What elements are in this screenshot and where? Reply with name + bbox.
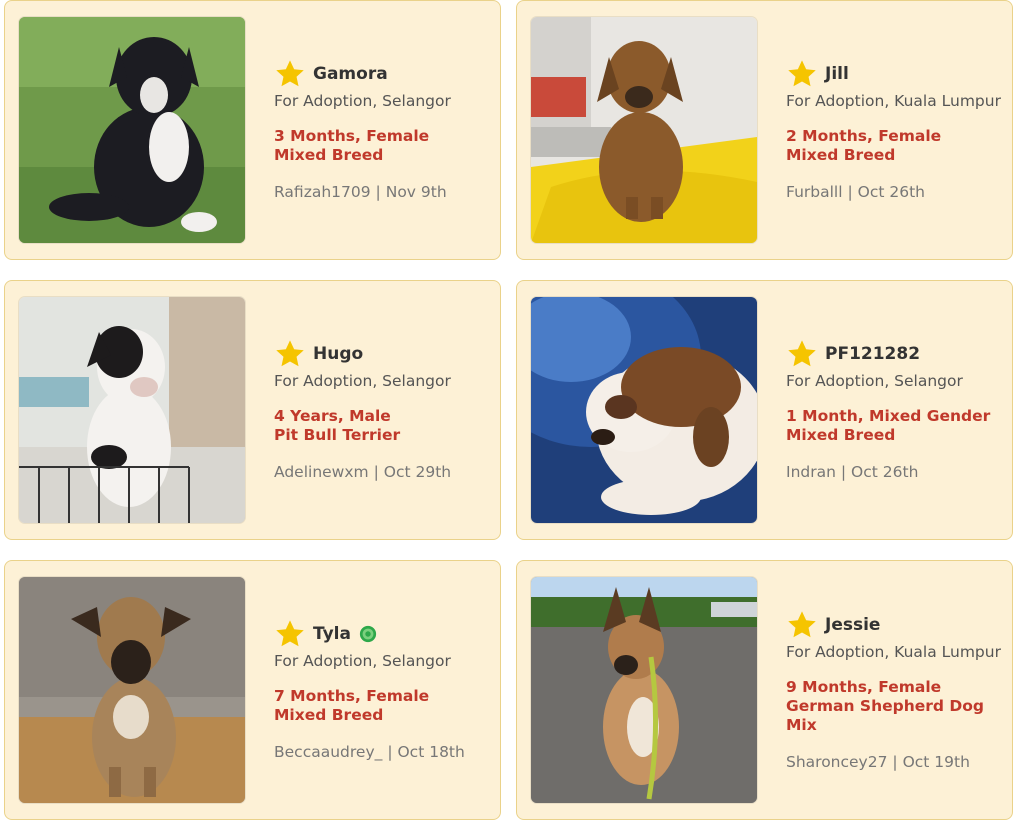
listing-info: Hugo For Adoption, Selangor 4 Years, Mal… [274, 281, 492, 539]
listing-date: Oct 29th [383, 463, 452, 481]
star-icon[interactable] [786, 58, 818, 90]
pet-breed: Mixed Breed [786, 426, 896, 444]
listing-card[interactable]: Hugo For Adoption, Selangor 4 Years, Mal… [4, 280, 501, 540]
name-row: Tyla [274, 618, 492, 650]
name-row: Hugo [274, 338, 492, 370]
poster-username[interactable]: Indran [786, 463, 836, 481]
pet-photo[interactable] [531, 577, 757, 803]
pet-age-gender: 2 Months, Female [786, 127, 942, 145]
meta-separator: | [840, 463, 847, 481]
listing-card[interactable]: Jill For Adoption, Kuala Lumpur 2 Months… [516, 0, 1013, 260]
listing-meta: Furballl | Oct 26th [786, 183, 1004, 202]
star-icon[interactable] [274, 58, 306, 90]
pet-name[interactable]: Gamora [313, 64, 388, 84]
name-row: PF121282 [786, 338, 1004, 370]
pet-photo[interactable] [531, 17, 757, 243]
listing-meta: Indran | Oct 26th [786, 463, 1004, 482]
pet-age-gender: 7 Months, Female [274, 687, 430, 705]
pet-name[interactable]: PF121282 [825, 344, 920, 364]
adoption-status: For Adoption, Selangor [274, 652, 451, 670]
listing-card[interactable]: Jessie For Adoption, Kuala Lumpur 9 Mont… [516, 560, 1013, 820]
star-icon[interactable] [274, 338, 306, 370]
meta-separator: | [892, 752, 898, 771]
listing-info: Jessie For Adoption, Kuala Lumpur 9 Mont… [786, 561, 1004, 819]
listing-date: Oct 19th [902, 752, 970, 771]
pet-breed: Pit Bull Terrier [274, 426, 401, 444]
adoption-status: For Adoption, Selangor [274, 92, 451, 110]
star-icon[interactable] [786, 609, 818, 641]
pet-breed: Mixed Breed [786, 146, 896, 164]
adoption-status: For Adoption, Kuala Lumpur [786, 642, 1001, 661]
pet-breed: German Shepherd Dog Mix [786, 696, 985, 734]
name-row: Gamora [274, 58, 492, 90]
listing-meta: Adelinewxm | Oct 29th [274, 463, 492, 482]
listing-info: Tyla For Adoption, Selangor 7 Months, Fe… [274, 561, 492, 819]
poster-username[interactable]: Sharoncey27 [786, 753, 887, 771]
pet-photo[interactable] [19, 297, 245, 523]
pet-age-gender: 3 Months, Female [274, 127, 430, 145]
pet-photo[interactable] [531, 297, 757, 523]
adoption-status: For Adoption, Selangor [786, 372, 963, 390]
adoption-status: For Adoption, Selangor [274, 372, 451, 390]
pet-breed: Mixed Breed [274, 146, 384, 164]
name-row: Jill [786, 58, 1004, 90]
listing-card[interactable]: Gamora For Adoption, Selangor 3 Months, … [4, 0, 501, 260]
listing-date: Oct 26th [857, 183, 925, 201]
listing-meta: Rafizah1709 | Nov 9th [274, 183, 492, 202]
pet-name[interactable]: Jill [825, 64, 849, 84]
listing-grid: Gamora For Adoption, Selangor 3 Months, … [0, 0, 1016, 822]
poster-username[interactable]: Beccaaudrey_ [274, 743, 382, 761]
listing-card[interactable]: PF121282 For Adoption, Selangor 1 Month,… [516, 280, 1013, 540]
pet-breed: Mixed Breed [274, 706, 384, 724]
listing-info: PF121282 For Adoption, Selangor 1 Month,… [786, 281, 1004, 539]
pet-photo[interactable] [19, 17, 245, 243]
meta-separator: | [847, 183, 853, 201]
listing-date: Oct 18th [397, 743, 465, 761]
star-icon[interactable] [274, 618, 306, 650]
pet-photo[interactable] [19, 577, 245, 803]
pet-age-gender: 1 Month, Mixed Gender [786, 407, 991, 425]
poster-username[interactable]: Furballl [786, 183, 843, 201]
star-icon[interactable] [786, 338, 818, 370]
pet-name[interactable]: Hugo [313, 344, 363, 364]
pet-age-gender: 9 Months, Female [786, 677, 942, 696]
meta-separator: | [373, 463, 379, 481]
listing-meta: Sharoncey27 | Oct 19th [786, 753, 1004, 772]
meta-separator: | [387, 743, 393, 761]
poster-username[interactable]: Adelinewxm [274, 463, 369, 481]
listing-date: Oct 26th [851, 463, 919, 481]
listing-info: Gamora For Adoption, Selangor 3 Months, … [274, 1, 492, 259]
name-row: Jessie [786, 609, 1004, 641]
poster-username[interactable]: Rafizah1709 [274, 183, 371, 201]
pet-name[interactable]: Jessie [825, 615, 880, 635]
listing-card[interactable]: Tyla For Adoption, Selangor 7 Months, Fe… [4, 560, 501, 820]
adoption-status: For Adoption, Kuala Lumpur [786, 92, 1001, 110]
listing-info: Jill For Adoption, Kuala Lumpur 2 Months… [786, 1, 1004, 259]
pet-name[interactable]: Tyla [313, 624, 351, 644]
listing-meta: Beccaaudrey_ | Oct 18th [274, 743, 492, 762]
pet-age-gender: 4 Years, Male [274, 407, 391, 425]
listing-date: Nov 9th [385, 183, 447, 201]
meta-separator: | [375, 183, 381, 201]
verified-badge-icon [359, 625, 377, 643]
